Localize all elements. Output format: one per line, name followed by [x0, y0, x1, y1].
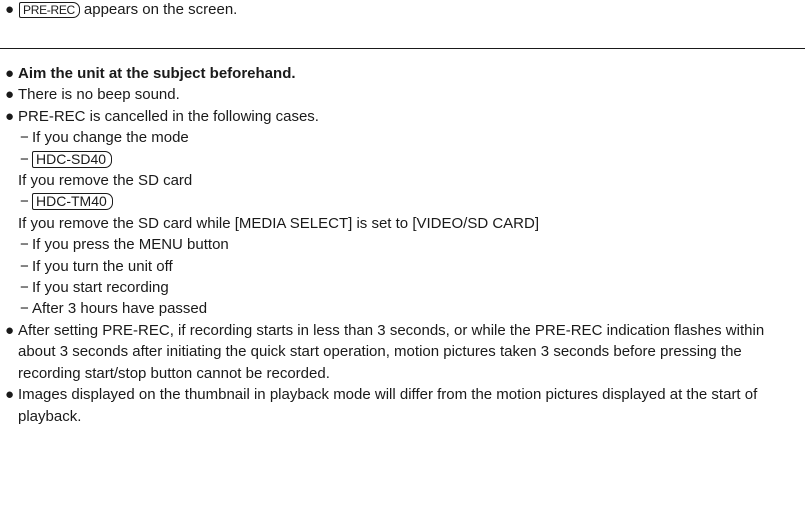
cancel-cases-list: − If you change the mode − HDC-SD40 If you…	[18, 127, 800, 320]
dash-icon: −	[20, 193, 29, 211]
case-text: After 3 hours have passed	[32, 300, 208, 318]
model-badge-tm40: HDC-TM40	[32, 193, 113, 211]
dash-icon: −	[20, 300, 29, 318]
case-item: − If you turn the unit off	[18, 256, 800, 277]
case-item: − If you change the mode	[18, 127, 800, 148]
note-item: ● There is no beep sound.	[5, 84, 800, 105]
note-item: ● Images displayed on the thumbnail in p…	[5, 384, 800, 427]
bullet-icon: ●	[5, 65, 15, 82]
bullet-icon: ●	[5, 1, 15, 18]
case-text: If you change the mode	[32, 129, 189, 147]
case-text: If you remove the SD card	[18, 172, 193, 190]
case-text: If you press the MENU button	[32, 236, 229, 254]
model-badge-sd40: HDC-SD40	[32, 150, 113, 168]
dash-icon: −	[20, 150, 29, 168]
note-text-quick-start: After setting PRE-REC, if recording star…	[18, 321, 765, 382]
pre-rec-note-text: appears on the screen.	[83, 1, 238, 18]
section-divider	[0, 48, 805, 49]
bullet-icon: ●	[5, 386, 15, 404]
note-item: ● After setting PRE-REC, if recording st…	[5, 320, 800, 384]
dash-icon: −	[20, 129, 29, 147]
bullet-icon: ●	[5, 321, 15, 339]
note-text-cancel-cases: PRE-REC is cancelled in the following ca…	[18, 107, 319, 125]
dash-icon: −	[20, 236, 29, 254]
dash-icon: −	[20, 257, 29, 275]
dash-icon: −	[20, 279, 29, 297]
bullet-icon: ●	[5, 86, 15, 104]
case-text: If you start recording	[32, 279, 169, 297]
note-item: ● PRE-REC is cancelled in the following …	[5, 106, 800, 320]
case-item: − If you start recording	[18, 277, 800, 298]
note-text-thumbnail: Images displayed on the thumbnail in pla…	[18, 386, 758, 425]
note-text-aim: Aim the unit at the subject beforehand.	[18, 65, 296, 82]
note-item: ● Aim the unit at the subject beforehand…	[5, 63, 800, 84]
case-item: − If you press the MENU button	[18, 234, 800, 255]
note-text-beep: There is no beep sound.	[18, 86, 180, 104]
manual-page: ● PRE-REC appears on the screen. ● Aim the…	[0, 0, 805, 512]
pre-rec-badge: PRE-REC	[19, 2, 80, 18]
case-item: − HDC-SD40 If you remove the SD card	[18, 149, 800, 192]
case-item: − After 3 hours have passed	[18, 298, 800, 319]
case-text: If you remove the SD card while [MEDIA S…	[18, 214, 540, 232]
case-item: − HDC-TM40 If you remove the SD card whil…	[18, 191, 800, 234]
notes-list: ● Aim the unit at the subject beforehand…	[5, 63, 800, 427]
pre-rec-indicator-note: ● PRE-REC appears on the screen.	[5, 0, 237, 20]
bullet-icon: ●	[5, 107, 15, 125]
case-text: If you turn the unit off	[32, 257, 173, 275]
